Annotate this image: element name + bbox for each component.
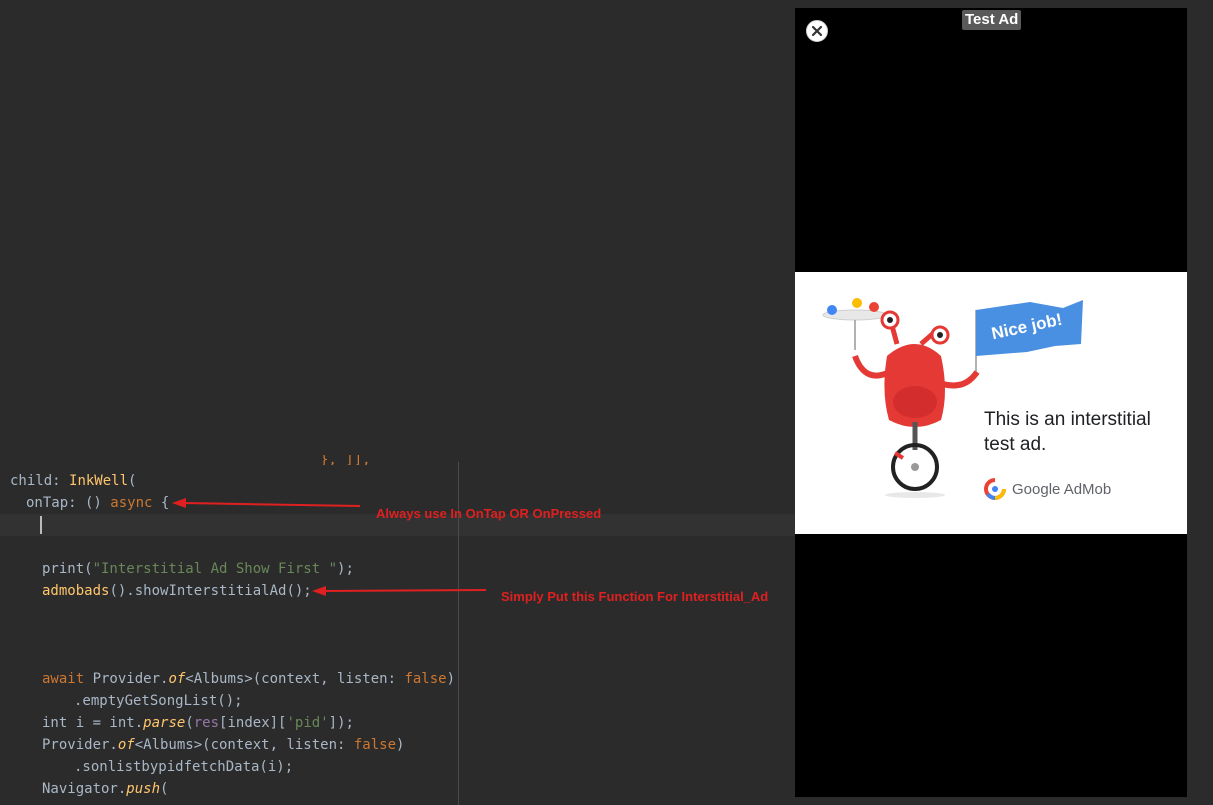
code-line-caret[interactable]	[40, 514, 42, 536]
close-icon[interactable]	[806, 20, 828, 42]
code-line-2: onTap: () async {	[26, 495, 170, 511]
code-line-int-parse: int i = int.parse(res[index]['pid']);	[42, 715, 354, 731]
annotation-arrow-2	[312, 586, 487, 596]
interstitial-ad: Test Ad Nice job! This is an interstitia…	[795, 8, 1187, 797]
admob-brand: Google AdMob	[984, 478, 1111, 500]
code-line-print: print("Interstitial Ad Show First ");	[42, 561, 354, 577]
annotation-label-2: Simply Put this Function For Interstitia…	[501, 589, 769, 604]
code-line-1: child: InkWell(	[10, 473, 137, 489]
code-partial-line: }, ]],	[320, 455, 371, 465]
admob-brand-text: Google AdMob	[1012, 480, 1112, 498]
code-line-navigator: Navigator.push(	[42, 781, 169, 797]
admob-logo-icon	[984, 478, 1006, 500]
code-line-provider: Provider.of<Albums>(context, listen: fal…	[42, 737, 405, 753]
text-caret	[40, 516, 42, 534]
code-line-show-ad: admobads().showInterstitialAd();	[42, 583, 312, 599]
annotation-label-1: Always use In OnTap OR OnPressed	[376, 506, 602, 521]
annotation-arrow-1	[172, 498, 361, 508]
code-line-fetch: .sonlistbypidfetchData(i);	[74, 759, 294, 775]
test-ad-label: Test Ad	[962, 10, 1022, 30]
ad-message: This is an interstitial test ad.	[984, 409, 1151, 455]
code-line-empty-get: .emptyGetSongList();	[74, 693, 243, 709]
code-editor[interactable]: }, ]], child: InkWell( onTap: () async {…	[0, 0, 795, 805]
code-line-await: await Provider.of<Albums>(context, liste…	[42, 671, 456, 687]
ad-creative[interactable]: Nice job! This is an interstitial test a…	[795, 272, 1187, 534]
